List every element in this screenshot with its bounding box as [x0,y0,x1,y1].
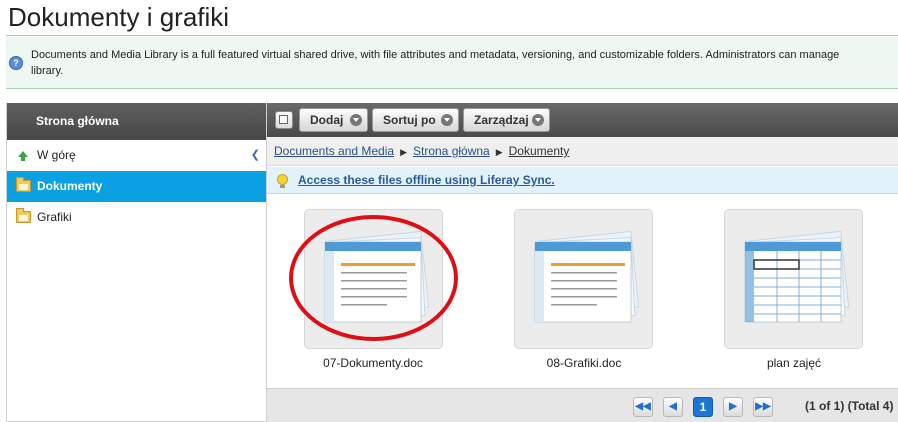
folder-icon [16,177,31,192]
breadcrumb-separator-icon: ▶ [400,147,407,157]
breadcrumb-link-strona-glowna[interactable]: Strona główna [413,144,490,158]
spreadsheet-thumbnail-icon [744,230,850,323]
sidebar-header: Strona główna [7,103,266,140]
manage-button[interactable]: Zarządzaj [463,108,550,132]
pagination-info: (1 of 1) (Total 4) [805,399,894,413]
sidebar: Strona główna W górę ❮ Dokumenty Grafiki [6,103,267,422]
info-icon: ? [9,56,23,70]
breadcrumb-current[interactable]: Dokumenty [509,144,570,158]
sidebar-item-dokumenty[interactable]: Dokumenty [7,171,266,202]
select-all-checkbox[interactable] [275,111,293,129]
chevron-left-icon[interactable]: ❮ [251,140,260,171]
info-text-line1: Documents and Media Library is a full fe… [31,49,840,61]
sidebar-item-label: Grafiki [37,210,72,224]
previous-page-button[interactable]: ◀ [663,397,683,417]
page-title: Dokumenty i grafiki [8,2,230,32]
file-tile-plan-zajec[interactable] [724,209,863,349]
pagination: ◀◀ ◀ 1 ▶ ▶▶ (1 of 1) (Total 4) [267,388,898,422]
dropdown-arrow-icon [441,114,453,126]
info-text-line2: library. [31,65,64,77]
sort-button-label: Sortuj po [383,113,436,127]
add-button-label: Dodaj [310,113,344,127]
info-banner: ? Documents and Media Library is a full … [6,35,898,89]
lightbulb-icon [277,174,288,188]
main-panel: Dodaj Sortuj po Zarządzaj Documents and … [267,103,898,422]
sidebar-item-grafiki[interactable]: Grafiki [7,202,266,233]
current-page-button[interactable]: 1 [693,397,713,417]
file-tile-07-dokumenty[interactable] [304,209,443,349]
toolbar: Dodaj Sortuj po Zarządzaj [267,103,898,137]
sort-button[interactable]: Sortuj po [372,108,459,132]
file-name[interactable]: 07-Dokumenty.doc [283,356,463,370]
sidebar-item-label: Dokumenty [37,179,103,193]
sidebar-item-label: W górę [37,148,76,162]
file-name[interactable]: plan zajęć [704,356,884,370]
folder-icon [16,208,31,223]
document-thumbnail-icon [324,230,430,323]
first-page-button[interactable]: ◀◀ [633,397,653,417]
breadcrumb-separator-icon: ▶ [495,147,503,157]
dropdown-arrow-icon [350,114,362,126]
document-thumbnail-icon [534,230,640,323]
info-text: Documents and Media Library is a full fe… [31,47,898,79]
next-page-button[interactable]: ▶ [723,397,743,417]
last-page-button[interactable]: ▶▶ [753,397,773,417]
sync-banner: Access these files offline using Liferay… [267,167,898,194]
breadcrumb: Documents and Media ▶ Strona główna ▶ Dokume… [267,137,898,166]
add-button[interactable]: Dodaj [299,108,368,132]
file-name[interactable]: 08-Grafiki.doc [494,356,674,370]
manage-button-label: Zarządzaj [474,113,529,127]
liferay-sync-link[interactable]: Access these files offline using Liferay… [298,173,555,187]
dropdown-arrow-icon [532,114,544,126]
breadcrumb-link-documents-and-media[interactable]: Documents and Media [274,144,394,158]
file-tile-08-grafiki[interactable] [514,209,653,349]
sidebar-item-up[interactable]: W górę ❮ [7,140,266,171]
